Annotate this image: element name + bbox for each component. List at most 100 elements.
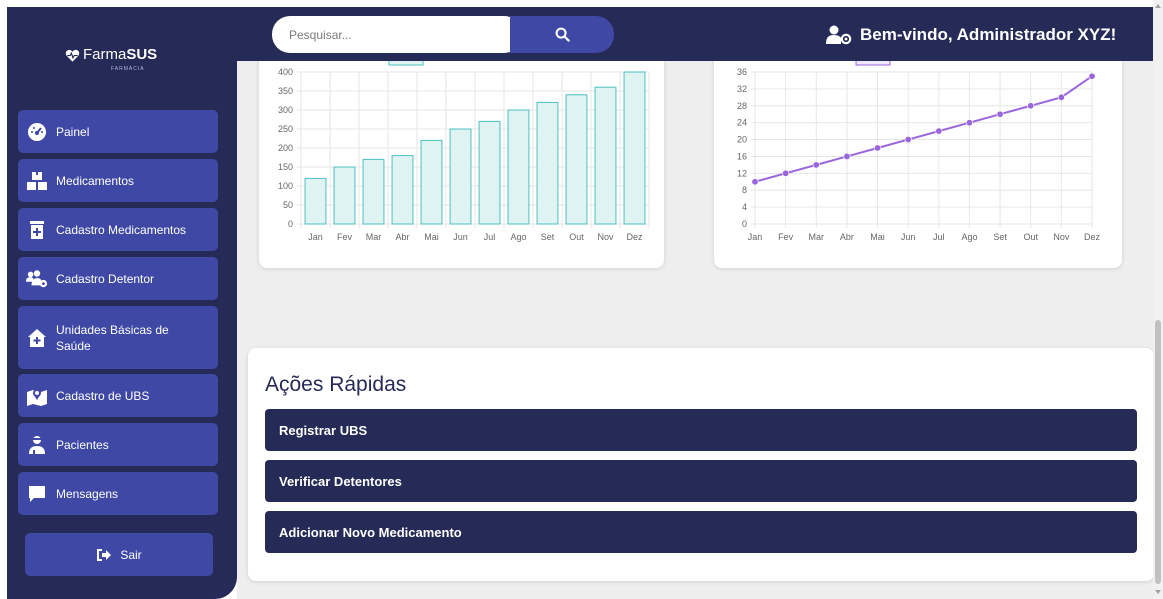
x-tick-label: Mai	[870, 232, 885, 242]
sidebar-item-cadastro-detentor[interactable]: Cadastro Detentor	[18, 257, 218, 300]
sidebar-item-pacientes[interactable]: Pacientes	[18, 423, 218, 466]
boxes-icon	[26, 170, 48, 192]
quick-actions-title: Ações Rápidas	[265, 373, 407, 396]
welcome-text: Bem-vindo, Administrador XYZ!	[860, 25, 1117, 44]
y-tick-label: 20	[737, 135, 747, 145]
bar	[362, 158, 385, 225]
bar	[478, 120, 501, 225]
brand-subtitle: FARMÁCIA	[111, 66, 145, 72]
verify-holders-button[interactable]: Verificar Detentores	[265, 460, 1137, 502]
cabinet-plus-icon	[26, 219, 48, 241]
map-location-icon	[26, 385, 48, 407]
x-tick-label: Dez	[1084, 232, 1101, 242]
data-point	[965, 119, 973, 127]
sidebar-item-mensagens[interactable]: Mensagens	[18, 472, 218, 515]
logout-button[interactable]: Sair	[25, 533, 213, 576]
user-gear-icon	[826, 25, 852, 45]
data-point	[812, 161, 820, 169]
monthly-bar-chart-card: 0 50 100 150 200 250 300 350 400 Jan Fev Mar Abr Mai J…	[259, 55, 664, 268]
x-tick-label: Jan	[308, 232, 323, 242]
bar-chart: 0 50 100 150 200 250 300 350 400 Jan Fev Mar Abr Mai J…	[278, 59, 650, 242]
message-icon	[26, 483, 48, 505]
data-point	[751, 178, 759, 186]
data-point	[904, 136, 912, 144]
monthly-line-chart-card: 0 4 8 12 16 20 24 28 32 36 Jan Fev Mar Abr Mai Jun Jul Ag…	[714, 55, 1122, 268]
x-tick-label: Out	[1023, 232, 1038, 242]
x-tick-label: Jun	[901, 232, 916, 242]
y-tick-label: 28	[737, 101, 747, 111]
y-tick-label: 24	[737, 118, 747, 128]
farmasus-logo: FarmaSUS FARMÁCIA	[62, 45, 172, 85]
line-chart: 0 4 8 12 16 20 24 28 32 36 Jan Fev Mar Abr Mai Jun Jul Ag…	[737, 59, 1101, 242]
logout-label: Sair	[120, 547, 142, 562]
bar	[594, 86, 617, 225]
sidebar-item-label: Cadastro de UBS	[56, 388, 150, 403]
y-tick-label: 150	[278, 162, 293, 172]
y-tick-label: 300	[278, 105, 293, 115]
search-icon	[555, 27, 570, 42]
x-tick-label: Ago	[510, 232, 526, 242]
y-tick-label: 350	[278, 86, 293, 96]
bar	[507, 109, 530, 225]
user-injured-icon	[26, 434, 48, 456]
y-tick-label: 200	[278, 143, 293, 153]
bar	[333, 166, 356, 225]
y-tick-label: 12	[737, 168, 747, 178]
x-tick-label: Set	[541, 232, 555, 242]
data-point	[996, 110, 1004, 118]
sidebar-item-label: Mensagens	[56, 486, 119, 501]
scroll-up-arrow[interactable]	[1155, 4, 1161, 8]
x-tick-label: Dez	[626, 232, 643, 242]
sidebar-item-painel[interactable]: Painel	[18, 110, 218, 153]
y-tick-label: 32	[737, 84, 747, 94]
y-tick-label: 400	[278, 67, 293, 77]
add-medicine-button[interactable]: Adicionar Novo Medicamento	[265, 511, 1137, 553]
y-tick-label: 100	[278, 181, 293, 191]
scroll-down-arrow[interactable]	[1155, 590, 1161, 594]
sidebar-item-cadastro-ubs[interactable]: Cadastro de UBS	[18, 374, 218, 417]
x-tick-label: Mar	[809, 232, 825, 242]
sidebar-item-label: Cadastro Detentor	[56, 271, 155, 286]
sidebar-item-label: Cadastro Medicamentos	[56, 222, 187, 237]
x-tick-label: Nov	[1053, 232, 1070, 242]
data-point	[1027, 102, 1035, 110]
sidebar-item-label: Pacientes	[56, 437, 109, 452]
x-tick-label: Fev	[778, 232, 794, 242]
x-tick-label: Ago	[961, 232, 977, 242]
bar	[565, 94, 588, 225]
data-point	[874, 144, 882, 152]
x-tick-label: Abr	[840, 232, 854, 242]
sidebar-item-label: Medicamentos	[56, 173, 135, 188]
x-tick-label: Mar	[366, 232, 382, 242]
data-point	[1057, 93, 1065, 101]
house-medical-icon	[26, 327, 48, 349]
x-tick-label: Jan	[748, 232, 763, 242]
sidebar-item-unidades-basicas[interactable]: Unidades Básicas de Saúde	[18, 306, 218, 369]
gauge-icon	[26, 121, 48, 143]
bar	[623, 71, 646, 225]
search-input[interactable]	[272, 16, 522, 53]
y-tick-label: 250	[278, 124, 293, 134]
sign-out-icon	[97, 548, 112, 561]
scroll-thumb[interactable]	[1155, 320, 1161, 584]
quick-actions-card: Ações Rápidas Registrar UBS Verificar De…	[248, 348, 1154, 581]
bar	[304, 177, 327, 225]
welcome-message: Bem-vindo, Administrador XYZ!	[826, 23, 1116, 47]
register-ubs-button[interactable]: Registrar UBS	[265, 409, 1137, 451]
page-scrollbar[interactable]	[1153, 0, 1163, 599]
data-point	[843, 152, 851, 160]
sidebar-item-cadastro-medicamentos[interactable]: Cadastro Medicamentos	[18, 208, 218, 251]
y-tick-label: 16	[737, 151, 747, 161]
bar	[391, 155, 414, 225]
sidebar-item-medicamentos[interactable]: Medicamentos	[18, 159, 218, 202]
bar	[420, 139, 443, 225]
brand-name: FarmaSUS	[83, 46, 158, 63]
y-tick-label: 50	[283, 200, 293, 210]
y-tick-label: 0	[742, 219, 747, 229]
search-button[interactable]	[510, 16, 614, 53]
x-tick-label: Jul	[484, 232, 496, 242]
users-gear-icon	[26, 268, 48, 290]
x-tick-label: Set	[993, 232, 1007, 242]
y-tick-label: 36	[737, 67, 747, 77]
series-line	[754, 75, 1093, 183]
